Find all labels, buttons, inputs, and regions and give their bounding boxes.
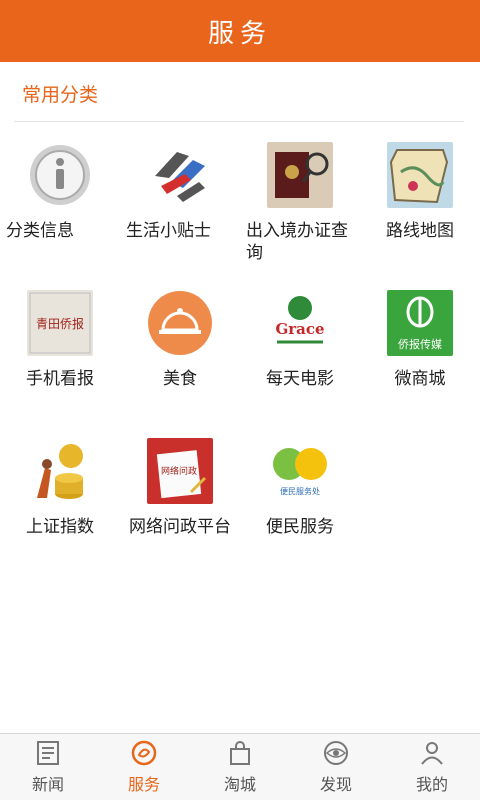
service-item-mobile-newspaper[interactable]: 青田侨报 手机看报 [0,286,120,390]
shopping-bag-icon [230,741,250,765]
user-icon [421,742,443,765]
svg-text:青田侨报: 青田侨报 [36,316,84,331]
online-politics-icon: 网络问政 [147,438,213,504]
tab-label: 我的 [415,775,448,794]
tab-label: 服务 [127,775,160,794]
service-icon [131,740,157,766]
info-icon [30,145,90,205]
service-item-convenience[interactable]: 便民服务处 便民服务 [240,434,360,538]
service-label: 美食 [163,369,197,389]
tab-service[interactable]: 服务 [96,734,192,800]
tab-mine[interactable]: 我的 [384,734,480,800]
service-label: 分类信息 [6,221,74,241]
service-item-exit-entry[interactable]: 出入境办证查询 [240,138,360,264]
micro-mall-icon: 侨报传媒 [387,290,453,356]
life-tips-icon [155,152,205,202]
service-item-shanghai-index[interactable]: 上证指数 [0,434,120,538]
newspaper-icon: 青田侨报 [27,290,93,356]
service-label: 手机看报 [26,369,94,389]
section-divider [14,121,464,122]
tab-label: 新闻 [31,775,64,794]
page-title: 服务 [207,18,272,49]
section-title: 常用分类 [22,84,99,106]
tab-discover[interactable]: 发现 [288,734,384,800]
svg-text:侨报传媒: 侨报传媒 [398,337,442,351]
service-label: 出入境办证查询 [246,221,348,263]
service-item-micro-mall[interactable]: 侨报传媒 微商城 [360,286,480,390]
discover-icon [324,741,348,765]
tab-shopping[interactable]: 淘城 [192,734,288,800]
header-bar: 服务 [0,0,480,62]
service-label: 生活小贴士 [126,221,211,241]
service-label: 网络问政平台 [129,517,231,537]
stock-index-icon [27,438,93,504]
service-label: 每天电影 [266,369,334,389]
movie-icon: Grace [267,290,333,356]
convenience-service-icon: 便民服务处 [267,438,333,504]
service-item-daily-movie[interactable]: Grace 每天电影 [240,286,360,390]
svg-text:网络问政: 网络问政 [161,465,197,477]
food-cloche-icon [148,291,212,355]
tab-label: 淘城 [223,775,256,794]
tab-label: 发现 [319,775,352,794]
svg-text:Grace: Grace [275,320,324,338]
service-item-life-tips[interactable]: 生活小贴士 [120,138,240,242]
service-label: 路线地图 [386,221,454,241]
map-icon [387,142,453,208]
service-label: 便民服务 [266,517,334,537]
service-item-food[interactable]: 美食 [120,286,240,390]
service-label: 微商城 [394,369,446,389]
service-item-classified-info[interactable]: 分类信息 [0,138,120,242]
svg-text:便民服务处: 便民服务处 [280,486,320,496]
passport-icon [267,142,333,208]
service-item-online-politics[interactable]: 网络问政 网络问政平台 [120,434,240,538]
bottom-tab-bar: 新闻 服务 淘城 发现 我的 [0,733,480,800]
service-item-route-map[interactable]: 路线地图 [360,138,480,242]
news-icon [37,741,59,765]
tab-news[interactable]: 新闻 [0,734,96,800]
service-label: 上证指数 [26,517,94,537]
